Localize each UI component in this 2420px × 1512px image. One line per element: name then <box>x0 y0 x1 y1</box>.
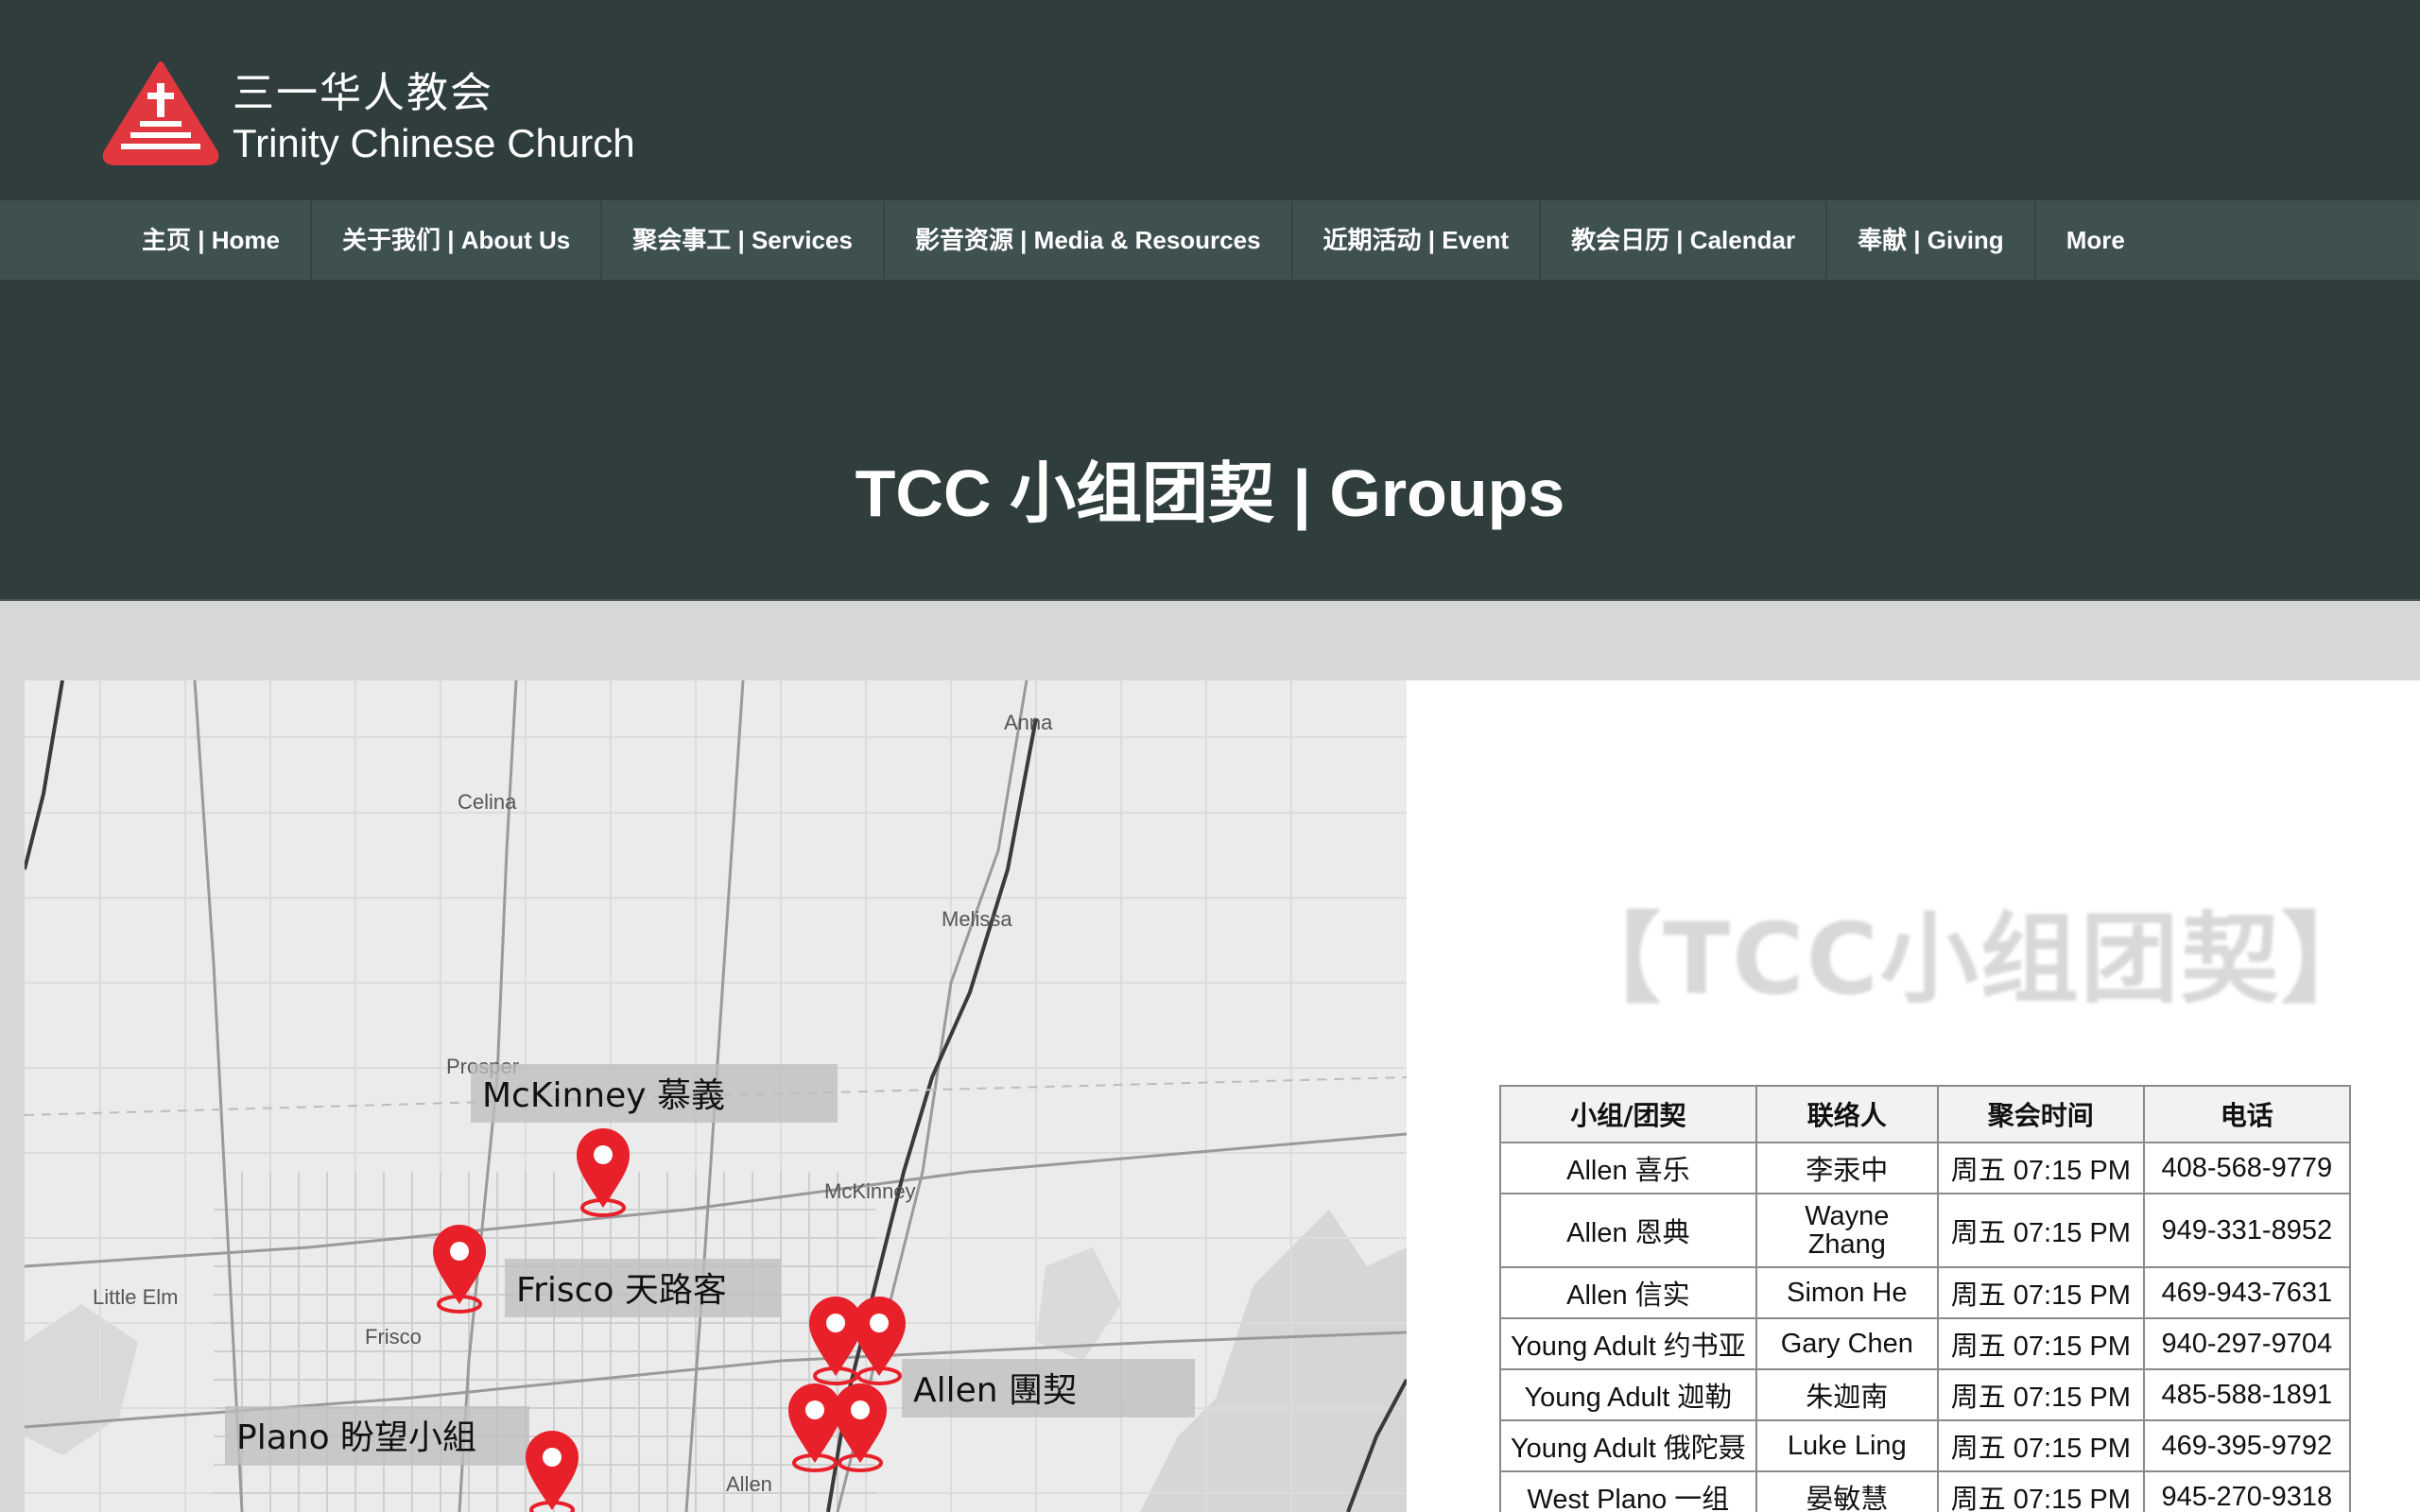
cell-time: 周五 07:15 PM <box>1936 1317 2145 1370</box>
map-town-celina: Celina <box>458 790 517 814</box>
table-row: Allen 信实 Simon He 周五 07:15 PM 469-943-76… <box>1499 1266 2351 1319</box>
cell-phone: 469-943-7631 <box>2142 1266 2351 1319</box>
nav-item-about-us[interactable]: 关于我们 | About Us <box>312 200 603 280</box>
main-navigation: 主页 | Home 关于我们 | About Us 聚会事工 | Service… <box>0 200 2420 280</box>
cell-time: 周五 07:15 PM <box>1936 1142 2145 1194</box>
cell-contact: 朱迦南 <box>1754 1368 1939 1421</box>
map-pin-plano-icon[interactable] <box>518 1427 586 1512</box>
column-header-contact: 联络人 <box>1754 1085 1939 1143</box>
cell-time: 周五 07:15 PM <box>1936 1470 2145 1512</box>
cell-contact: Luke Ling <box>1754 1419 1939 1472</box>
column-header-time: 聚会时间 <box>1936 1085 2145 1143</box>
nav-item-more[interactable]: More <box>2036 200 2155 280</box>
groups-map[interactable]: Anna Celina Melissa Prosper McKinney Lit… <box>25 680 1407 1512</box>
map-pin-frisco-icon[interactable] <box>425 1221 493 1315</box>
table-header-row: 小组/团契 联络人 聚会时间 电话 <box>1499 1085 2351 1143</box>
groups-heading: 【TCC小组团契】 <box>1563 902 2381 1017</box>
nav-item-services[interactable]: 聚会事工 | Services <box>602 200 885 280</box>
cell-contact: 晏敏慧 <box>1754 1470 1939 1512</box>
cell-contact: 李汞中 <box>1754 1142 1939 1194</box>
column-header-group: 小组/团契 <box>1499 1085 1757 1143</box>
cell-phone: 949-331-8952 <box>2142 1193 2351 1268</box>
nav-list: 主页 | Home 关于我们 | About Us 聚会事工 | Service… <box>112 200 2155 280</box>
table-row: Young Adult 迦勒 朱迦南 周五 07:15 PM 485-588-1… <box>1499 1368 2351 1421</box>
cell-time: 周五 07:15 PM <box>1936 1368 2145 1421</box>
nav-item-event[interactable]: 近期活动 | Event <box>1293 200 1542 280</box>
map-town-anna: Anna <box>1004 711 1053 734</box>
cell-group: Allen 信实 <box>1499 1266 1757 1319</box>
cell-contact: Wayne Zhang <box>1754 1193 1939 1268</box>
map-town-allen: Allen <box>726 1472 772 1496</box>
content-section: Anna Celina Melissa Prosper McKinney Lit… <box>25 680 2420 1512</box>
column-header-phone: 电话 <box>2142 1085 2351 1143</box>
cell-phone: 408-568-9779 <box>2142 1142 2351 1194</box>
cell-group: Allen 喜乐 <box>1499 1142 1757 1194</box>
cell-contact: Simon He <box>1754 1266 1939 1319</box>
page-title: TCC 小组团契 | Groups <box>855 456 1565 530</box>
brand-name-english[interactable]: Trinity Chinese Church <box>233 121 635 166</box>
cell-time: 周五 07:15 PM <box>1936 1193 2145 1268</box>
cell-group: Young Adult 约书亚 <box>1499 1317 1757 1370</box>
cell-group: West Plano 一组 <box>1499 1470 1757 1512</box>
table-row: Young Adult 俄陀聂 Luke Ling 周五 07:15 PM 46… <box>1499 1419 2351 1472</box>
cell-group: Allen 恩典 <box>1499 1193 1757 1268</box>
church-logo-icon[interactable] <box>102 60 219 166</box>
table-row: Allen 喜乐 李汞中 周五 07:15 PM 408-568-9779 <box>1499 1142 2351 1194</box>
nav-item-home[interactable]: 主页 | Home <box>112 200 312 280</box>
cell-time: 周五 07:15 PM <box>1936 1419 2145 1472</box>
table-row: West Plano 一组 晏敏慧 周五 07:15 PM 945-270-93… <box>1499 1470 2351 1512</box>
cell-group: Young Adult 俄陀聂 <box>1499 1419 1757 1472</box>
map-group-label-plano[interactable]: Plano 盼望小組 <box>225 1406 529 1465</box>
map-town-mckinney: McKinney <box>824 1179 916 1203</box>
cell-contact: Gary Chen <box>1754 1317 1939 1370</box>
map-town-frisco: Frisco <box>365 1325 422 1349</box>
table-row: Young Adult 约书亚 Gary Chen 周五 07:15 PM 94… <box>1499 1317 2351 1370</box>
map-group-label-mckinney[interactable]: McKinney 慕義 <box>471 1064 838 1123</box>
table-row: Allen 恩典 Wayne Zhang 周五 07:15 PM 949-331… <box>1499 1193 2351 1268</box>
nav-item-calendar[interactable]: 教会日历 | Calendar <box>1541 200 1828 280</box>
nav-item-media-resources[interactable]: 影音资源 | Media & Resources <box>885 200 1293 280</box>
site-header: 三一华人教会 Trinity Chinese Church <box>0 0 2420 200</box>
cell-phone: 945-270-9318 <box>2142 1470 2351 1512</box>
cell-phone: 469-395-9792 <box>2142 1419 2351 1472</box>
map-group-label-allen[interactable]: Allen 團契 <box>902 1359 1195 1418</box>
map-pin-allen-4-icon[interactable] <box>826 1380 894 1474</box>
map-pin-mckinney-icon[interactable] <box>569 1125 637 1219</box>
cell-phone: 940-297-9704 <box>2142 1317 2351 1370</box>
groups-table: 小组/团契 联络人 聚会时间 电话 Allen 喜乐 李汞中 周五 07:15 … <box>1499 1085 2351 1512</box>
cell-time: 周五 07:15 PM <box>1936 1266 2145 1319</box>
map-town-little-elm: Little Elm <box>93 1285 179 1309</box>
map-group-label-frisco[interactable]: Frisco 天路客 <box>505 1259 781 1317</box>
cell-group: Young Adult 迦勒 <box>1499 1368 1757 1421</box>
brand-name-chinese[interactable]: 三一华人教会 <box>233 59 493 119</box>
map-town-melissa: Melissa <box>942 907 1012 931</box>
cell-phone: 485-588-1891 <box>2142 1368 2351 1421</box>
page-hero: TCC 小组团契 | Groups <box>0 280 2420 601</box>
map-pin-allen-2-icon[interactable] <box>845 1293 913 1387</box>
nav-item-giving[interactable]: 奉献 | Giving <box>1827 200 2036 280</box>
